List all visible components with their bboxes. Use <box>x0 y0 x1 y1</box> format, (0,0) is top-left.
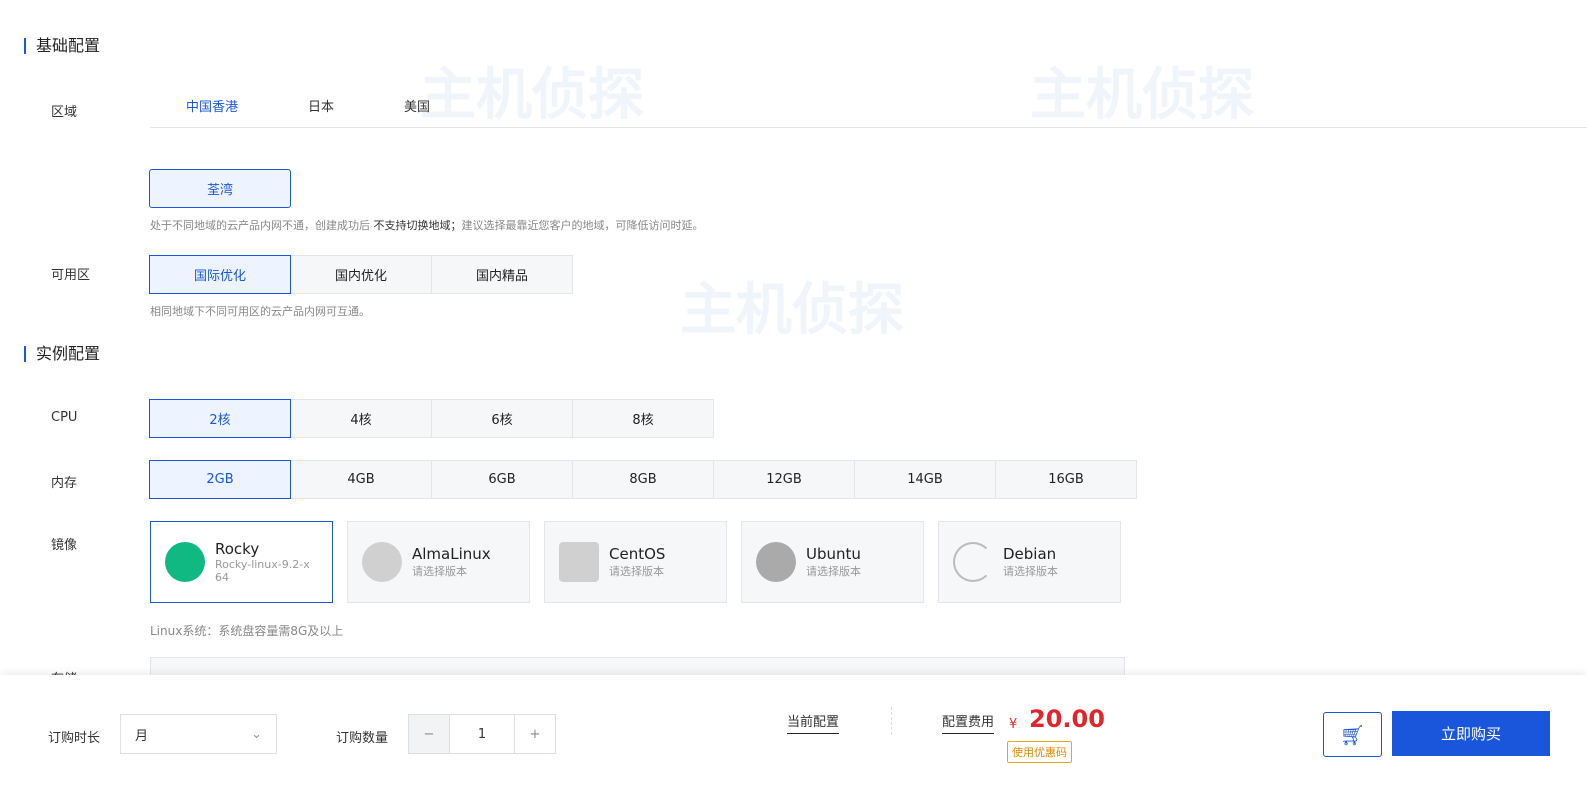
quantity-stepper: − 1 + <box>408 714 556 754</box>
duration-select[interactable]: 月 ⌄ <box>120 714 277 754</box>
image-version: 请选择版本 <box>412 565 467 578</box>
almalinux-logo-icon <box>362 542 402 582</box>
region-label: 区域 <box>51 105 78 120</box>
zone-option[interactable]: 国际优化 <box>149 255 291 294</box>
hint-bold: 不支持切换地域； <box>373 219 462 232</box>
image-version: Rocky-linux-9.2-x64 <box>215 558 310 584</box>
image-option-debian[interactable]: Debian 请选择版本 <box>938 521 1121 603</box>
memory-option[interactable]: 8GB <box>572 460 714 499</box>
memory-option[interactable]: 2GB <box>149 460 291 499</box>
cpu-options: 2核 4核 6核 8核 <box>149 399 714 438</box>
cart-button[interactable]: 🛒︎ <box>1323 712 1382 757</box>
ubuntu-logo-icon <box>756 542 796 582</box>
zone-option[interactable]: 国内精品 <box>431 255 573 294</box>
tab-japan[interactable]: 日本 <box>308 96 334 127</box>
image-option-ubuntu[interactable]: Ubuntu 请选择版本 <box>741 521 924 603</box>
zone-label: 可用区 <box>51 268 91 283</box>
decrement-button[interactable]: − <box>409 715 449 753</box>
zone-option[interactable]: 国内优化 <box>290 255 432 294</box>
image-version: 请选择版本 <box>1003 565 1058 578</box>
image-name: Debian <box>1003 545 1057 563</box>
image-option-rocky[interactable]: Rocky Rocky-linux-9.2-x64 <box>150 521 333 603</box>
duration-value: 月 <box>135 728 149 744</box>
currency-symbol: ¥ <box>1009 717 1018 732</box>
order-footer: 订购时长 月 ⌄ 订购数量 − 1 + 当前配置 配置费用 ¥ 20.00 使用优… <box>0 675 1587 792</box>
cpu-option[interactable]: 4核 <box>290 399 432 438</box>
image-label: 镜像 <box>51 538 78 553</box>
cpu-option[interactable]: 8核 <box>572 399 714 438</box>
image-name: Rocky <box>215 540 260 558</box>
image-option-centos[interactable]: CentOS 请选择版本 <box>544 521 727 603</box>
memory-option[interactable]: 4GB <box>290 460 432 499</box>
cart-icon: 🛒︎ <box>1339 722 1366 747</box>
quantity-label: 订购数量 <box>336 731 389 746</box>
image-version: 请选择版本 <box>806 565 861 578</box>
city-option-tsuen-wan[interactable]: 荃湾 <box>149 169 291 208</box>
region-tabs: 中国香港 日本 美国 <box>150 96 1587 128</box>
debian-logo-icon <box>953 542 993 582</box>
cost-label[interactable]: 配置费用 <box>942 711 995 734</box>
buy-now-button[interactable]: 立即购买 <box>1392 711 1550 756</box>
cpu-option[interactable]: 2核 <box>149 399 291 438</box>
cpu-option[interactable]: 6核 <box>431 399 573 438</box>
cpu-label: CPU <box>51 410 78 425</box>
chevron-down-icon: ⌄ <box>251 726 262 742</box>
duration-label: 订购时长 <box>48 731 101 746</box>
watermark: 主机侦探 <box>680 278 904 343</box>
memory-option[interactable]: 6GB <box>431 460 573 499</box>
tab-hongkong[interactable]: 中国香港 <box>186 96 238 127</box>
divider <box>891 707 892 735</box>
hint-text: 处于不同地域的云产品内网不通，创建成功后 <box>150 219 374 232</box>
image-option-almalinux[interactable]: AlmaLinux 请选择版本 <box>347 521 530 603</box>
memory-option[interactable]: 14GB <box>854 460 996 499</box>
increment-button[interactable]: + <box>515 715 555 753</box>
image-name: CentOS <box>609 545 666 563</box>
image-hint: Linux系统：系统盘容量需8G及以上 <box>150 624 344 638</box>
section-instance-title: 实例配置 <box>24 346 100 362</box>
image-name: AlmaLinux <box>412 545 491 563</box>
quantity-input[interactable]: 1 <box>449 715 515 753</box>
image-name: Ubuntu <box>806 545 861 563</box>
memory-option[interactable]: 16GB <box>995 460 1137 499</box>
current-config-link[interactable]: 当前配置 <box>787 711 840 734</box>
hint-text: 建议选择最靠近您客户的地域，可降低访问时延。 <box>461 219 704 232</box>
price: 20.00 <box>1029 705 1105 733</box>
memory-option[interactable]: 12GB <box>713 460 855 499</box>
tab-usa[interactable]: 美国 <box>404 96 430 127</box>
coupon-button[interactable]: 使用优惠码 <box>1007 741 1072 763</box>
image-version: 请选择版本 <box>609 565 664 578</box>
centos-logo-icon <box>559 542 599 582</box>
section-basic-title: 基础配置 <box>24 38 100 54</box>
zone-hint: 相同地域下不同可用区的云产品内网可互通。 <box>150 305 370 318</box>
image-options: Rocky Rocky-linux-9.2-x64 AlmaLinux 请选择版本 … <box>150 521 1121 603</box>
rocky-logo-icon <box>165 542 205 582</box>
memory-label: 内存 <box>51 476 78 491</box>
region-hint: 处于不同地域的云产品内网不通，创建成功后 不支持切换地域；建议选择最靠近您客户的… <box>150 217 704 233</box>
memory-options: 2GB 4GB 6GB 8GB 12GB 14GB 16GB <box>149 460 1137 499</box>
zone-options: 国际优化 国内优化 国内精品 <box>149 255 573 294</box>
